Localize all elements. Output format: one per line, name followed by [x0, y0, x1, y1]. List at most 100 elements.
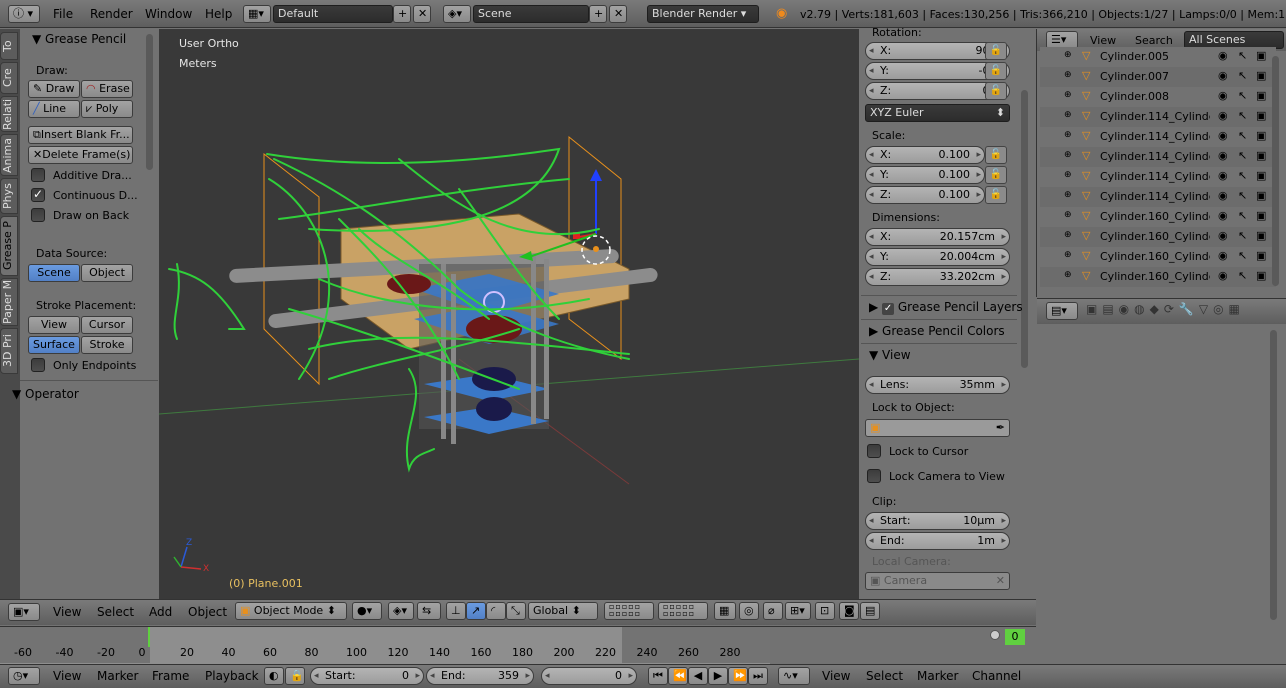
selectable-cursor-icon[interactable]: ↖ [1238, 49, 1247, 62]
data-source-object-button[interactable]: Object [81, 264, 133, 282]
graph-view-menu[interactable]: View [822, 669, 850, 683]
layer-lock-icon[interactable]: ▦ [714, 602, 736, 620]
graph-editor-button[interactable]: ∿▾ [778, 667, 810, 685]
scale-z-lock-icon[interactable]: 🔓 [985, 186, 1007, 204]
clip-end-field[interactable]: End: 1m [865, 532, 1010, 550]
tab-paper-model[interactable]: Paper M [0, 278, 18, 326]
keying-icon[interactable]: ◐ [264, 667, 284, 685]
menu-help[interactable]: Help [205, 7, 232, 21]
timeline-start-field[interactable]: Start: 0 [310, 667, 424, 685]
menu-file[interactable]: File [53, 7, 73, 21]
placement-surface-button[interactable]: Surface [28, 336, 80, 354]
visibility-eye-icon[interactable]: ◉ [1218, 269, 1228, 282]
outliner-row[interactable]: ⊕ ▽ Cylinder.160_Cylinder ◉ ↖ ▣ [1040, 267, 1276, 287]
render-camera-icon[interactable]: ▣ [1256, 69, 1266, 82]
visibility-eye-icon[interactable]: ◉ [1218, 89, 1228, 102]
selectable-cursor-icon[interactable]: ↖ [1238, 189, 1247, 202]
shading-select[interactable]: ●▾ [352, 602, 382, 620]
visibility-eye-icon[interactable]: ◉ [1218, 169, 1228, 182]
scale-manipulator[interactable]: ⤡ [506, 602, 526, 620]
playhead[interactable] [148, 627, 150, 647]
expand-icon[interactable]: ⊕ [1064, 230, 1072, 240]
visibility-eye-icon[interactable]: ◉ [1218, 209, 1228, 222]
timeline-playback-menu[interactable]: Playback [205, 669, 259, 683]
tab-animation[interactable]: Anima [0, 134, 18, 176]
additive-drawing-checkbox[interactable] [31, 168, 45, 182]
properties-scrollbar[interactable] [1021, 90, 1028, 368]
only-endpoints-checkbox[interactable] [31, 358, 45, 372]
visibility-eye-icon[interactable]: ◉ [1218, 249, 1228, 262]
expand-icon[interactable]: ⊕ [1064, 110, 1072, 120]
expand-icon[interactable]: ⊕ [1064, 190, 1072, 200]
info-editor-button[interactable]: ⓘ ▾ [8, 5, 40, 23]
scale-y-field[interactable]: Y: 0.100 [865, 166, 985, 184]
scene-field[interactable]: Scene [473, 5, 589, 23]
outliner-search-menu[interactable]: Search [1135, 34, 1173, 47]
clear-camera-icon[interactable]: ✕ [996, 573, 1005, 589]
next-keyframe-button[interactable]: ⏩ [728, 667, 748, 685]
outliner-row[interactable]: ⊕ ▽ Cylinder.007 ◉ ↖ ▣ [1040, 67, 1276, 87]
outliner-row[interactable]: ⊕ ▽ Cylinder.114_Cylinder ◉ ↖ ▣ [1040, 127, 1276, 147]
selectable-cursor-icon[interactable]: ↖ [1238, 209, 1247, 222]
clip-start-field[interactable]: Start: 10µm [865, 512, 1010, 530]
menu-render[interactable]: Render [90, 7, 133, 21]
visibility-eye-icon[interactable]: ◉ [1218, 129, 1228, 142]
render-camera-icon[interactable]: ▣ [1256, 129, 1266, 142]
lock-camera-to-view-checkbox[interactable] [867, 469, 881, 483]
scene-add-button[interactable]: + [589, 5, 607, 23]
translate-manipulator[interactable]: ⊥ [446, 602, 466, 620]
tab-create[interactable]: Cre [0, 62, 18, 94]
timeline-end-field[interactable]: End: 359 [426, 667, 534, 685]
play-reverse-button[interactable]: ◀ [688, 667, 708, 685]
rotate-manipulator[interactable]: ◜ [486, 602, 506, 620]
render-camera-icon[interactable]: ▣ [1256, 209, 1266, 222]
snap-toggle-icon[interactable]: ⌀ [763, 602, 783, 620]
scale-x-lock-icon[interactable]: 🔓 [985, 146, 1007, 164]
expand-icon[interactable]: ⊕ [1064, 250, 1072, 260]
selectable-cursor-icon[interactable]: ↖ [1238, 129, 1247, 142]
line-button[interactable]: ╱ Line [28, 100, 80, 118]
lock-frame-icon[interactable]: 🔒 [285, 667, 305, 685]
scene-remove-button[interactable]: ✕ [609, 5, 627, 23]
outliner-row[interactable]: ⊕ ▽ Cylinder.114_Cylinder ◉ ↖ ▣ [1040, 107, 1276, 127]
layout-add-button[interactable]: + [393, 5, 411, 23]
layout-icon[interactable]: ▦▾ [243, 5, 271, 23]
lock-to-cursor-checkbox[interactable] [867, 444, 881, 458]
selectable-cursor-icon[interactable]: ↖ [1238, 149, 1247, 162]
outliner-row[interactable]: ⊕ ▽ Cylinder.160_Cylinder ◉ ↖ ▣ [1040, 207, 1276, 227]
view3d-editor-button[interactable]: ▣▾ [8, 603, 40, 621]
expand-icon[interactable]: ⊕ [1064, 150, 1072, 160]
expand-icon[interactable]: ⊕ [1064, 50, 1072, 60]
scene-icon[interactable]: ◈▾ [443, 5, 471, 23]
dimension-z-field[interactable]: Z: 33.202cm [865, 268, 1010, 286]
expand-icon[interactable]: ⊕ [1064, 70, 1072, 80]
move-manipulator[interactable]: ↗ [466, 602, 486, 620]
expand-icon[interactable]: ⊕ [1064, 270, 1072, 280]
tab-tools[interactable]: To [0, 32, 18, 60]
render-camera-icon[interactable]: ▣ [1256, 269, 1266, 282]
graph-channel-menu[interactable]: Channel [972, 669, 1021, 683]
view-panel-header[interactable]: ▼ View [869, 348, 911, 362]
visibility-eye-icon[interactable]: ◉ [1218, 49, 1228, 62]
properties-editor-scrollbar[interactable] [1270, 330, 1277, 620]
graph-marker-menu[interactable]: Marker [917, 669, 958, 683]
selectable-cursor-icon[interactable]: ↖ [1238, 169, 1247, 182]
eyedropper-icon[interactable]: ✒ [996, 420, 1005, 436]
placement-cursor-button[interactable]: Cursor [81, 316, 133, 334]
lock-object-field[interactable]: ▣ ✒ [865, 419, 1010, 437]
render-camera-icon[interactable]: ▣ [1256, 249, 1266, 262]
selectable-cursor-icon[interactable]: ↖ [1238, 249, 1247, 262]
tab-3d-print[interactable]: 3D Pri [0, 328, 18, 374]
local-camera-field[interactable]: ▣ Camera ✕ [865, 572, 1010, 590]
layout-remove-button[interactable]: ✕ [413, 5, 431, 23]
timeline-view-menu[interactable]: View [53, 669, 81, 683]
visibility-eye-icon[interactable]: ◉ [1218, 149, 1228, 162]
properties-context-tabs[interactable]: ▣▤◉◍◆⟳🔧▽◎▦ [1086, 302, 1286, 320]
selectable-cursor-icon[interactable]: ↖ [1238, 269, 1247, 282]
rotation-z-lock-icon[interactable]: 🔓 [985, 82, 1007, 100]
proportional-edit-icon[interactable]: ◎ [739, 602, 759, 620]
render-animation-icon[interactable]: ▤ [860, 602, 880, 620]
render-camera-icon[interactable]: ▣ [1256, 89, 1266, 102]
outliner-scrollbar[interactable] [1272, 56, 1279, 286]
scale-x-field[interactable]: X: 0.100 [865, 146, 985, 164]
